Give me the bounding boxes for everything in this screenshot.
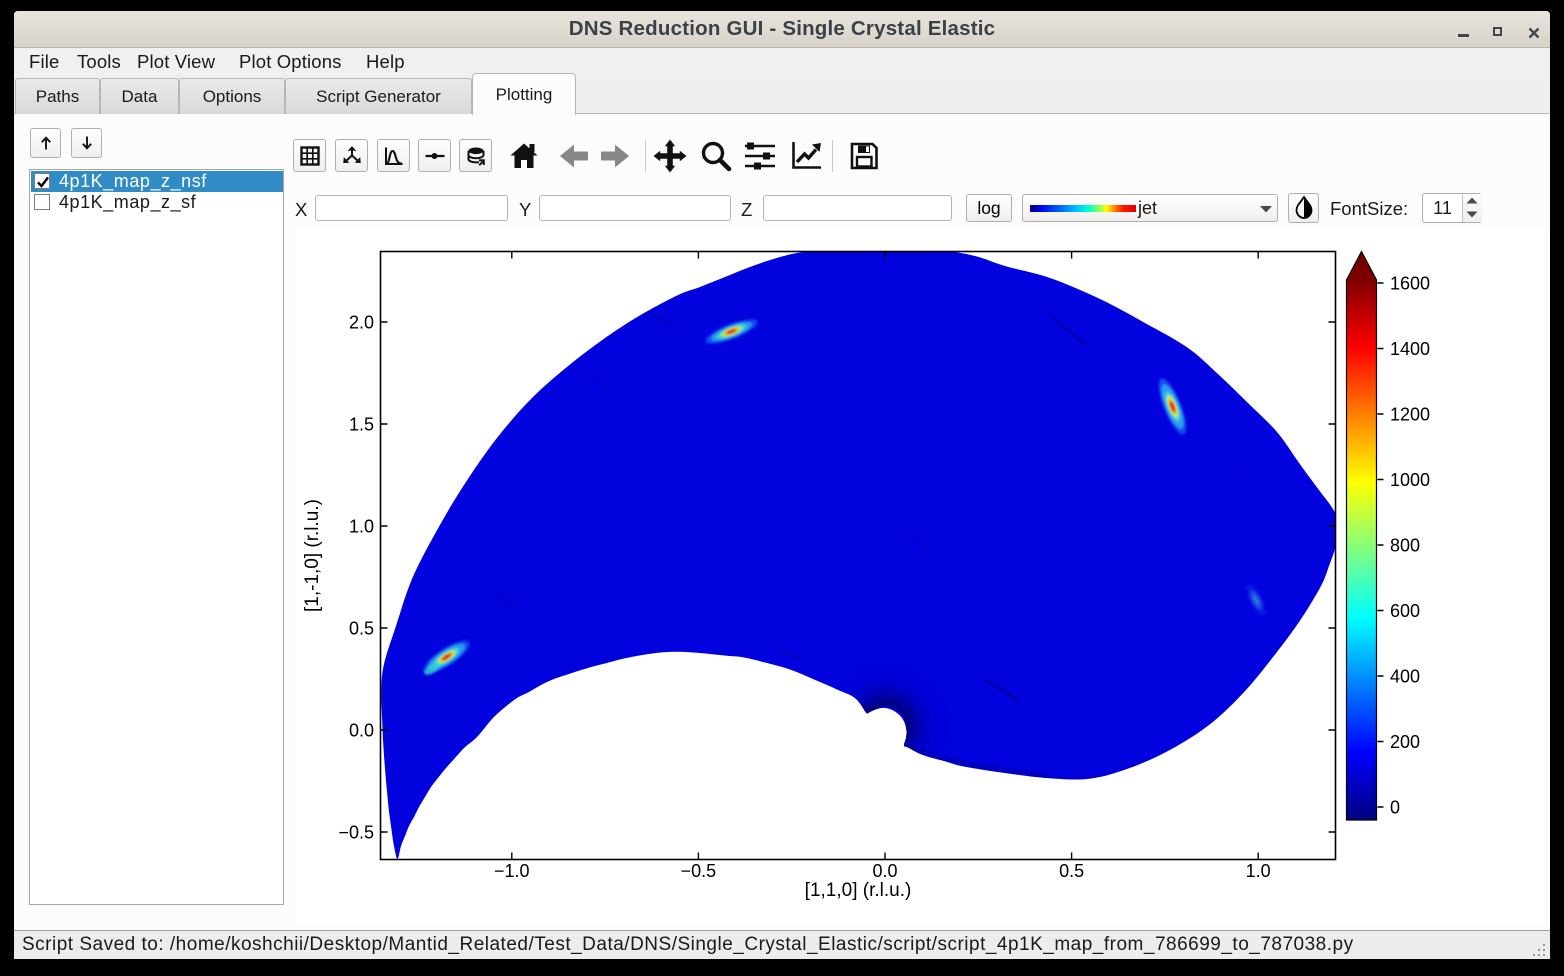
svg-text:−0.5: −0.5 [681, 861, 717, 881]
svg-text:1.0: 1.0 [349, 517, 374, 537]
svg-text:200: 200 [1390, 732, 1420, 752]
svg-text:−0.5: −0.5 [338, 823, 374, 843]
svg-text:1.0: 1.0 [1246, 861, 1271, 881]
svg-text:1200: 1200 [1390, 405, 1430, 425]
svg-text:[1,1,0] (r.l.u.): [1,1,0] (r.l.u.) [805, 880, 912, 901]
svg-text:0.5: 0.5 [349, 619, 374, 639]
svg-text:1000: 1000 [1390, 470, 1430, 490]
svg-text:600: 600 [1390, 601, 1420, 621]
svg-text:400: 400 [1390, 667, 1420, 687]
svg-text:0.0: 0.0 [349, 721, 374, 741]
svg-text:2.0: 2.0 [349, 313, 374, 333]
svg-text:0: 0 [1390, 798, 1400, 818]
svg-text:1.5: 1.5 [349, 415, 374, 435]
svg-text:1600: 1600 [1390, 274, 1430, 294]
svg-text:800: 800 [1390, 536, 1420, 556]
svg-text:−1.0: −1.0 [494, 861, 530, 881]
svg-text:[1,-1,0] (r.l.u.): [1,-1,0] (r.l.u.) [302, 499, 323, 612]
svg-text:1400: 1400 [1390, 339, 1430, 359]
svg-text:0.5: 0.5 [1059, 861, 1084, 881]
svg-text:0.0: 0.0 [872, 861, 897, 881]
